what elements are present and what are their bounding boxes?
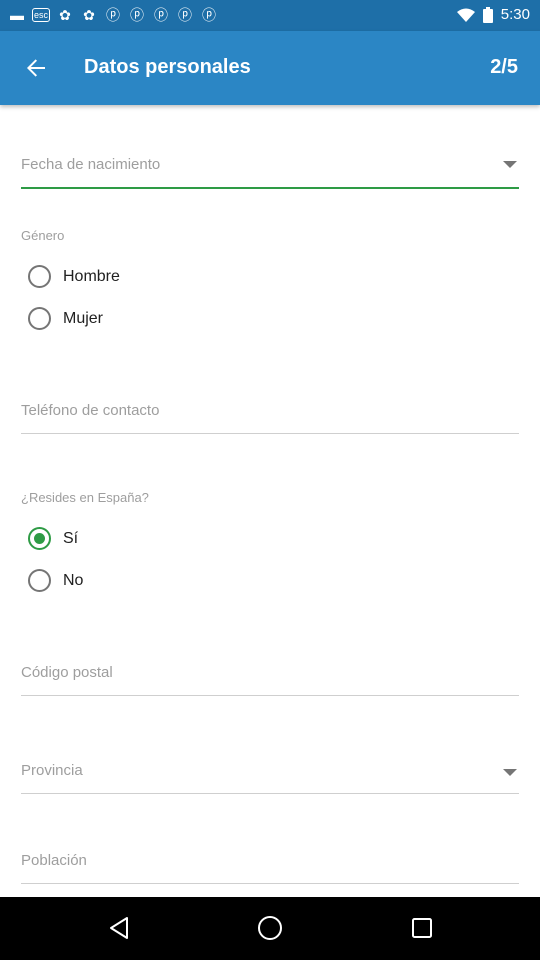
gender-radio-hombre[interactable]: Hombre bbox=[28, 265, 120, 288]
radio-icon bbox=[28, 307, 51, 330]
spain-radio-si[interactable]: Sí bbox=[28, 527, 78, 550]
birth-date-dropdown[interactable]: Fecha de nacimiento bbox=[21, 150, 519, 190]
nav-home-icon bbox=[258, 916, 282, 940]
pinterest-icon: ⓟ bbox=[154, 7, 168, 23]
dropdown-arrow-icon bbox=[503, 161, 517, 168]
gender-label: Género bbox=[21, 228, 65, 243]
arrow-back-icon bbox=[27, 59, 45, 77]
wifi-icon bbox=[456, 8, 475, 22]
birth-date-placeholder: Fecha de nacimiento bbox=[21, 156, 161, 173]
app-notification-icon: ▬ bbox=[10, 7, 24, 23]
nav-back-icon bbox=[110, 917, 128, 939]
pinterest-icon: ⓟ bbox=[106, 7, 120, 23]
flower-icon: ✿ bbox=[59, 7, 71, 23]
town-placeholder: Población bbox=[21, 852, 87, 869]
postal-code-placeholder: Código postal bbox=[21, 664, 113, 681]
notification-icons: ▬ esc ✿ ✿ ⓟ ⓟ ⓟ ⓟ ⓟ bbox=[8, 7, 218, 23]
radio-icon bbox=[28, 265, 51, 288]
esc-icon: esc bbox=[32, 8, 50, 22]
clock: 5:30 bbox=[500, 6, 530, 23]
radio-label: Sí bbox=[63, 529, 79, 547]
spain-label: ¿Resides en España? bbox=[21, 490, 149, 505]
province-dropdown[interactable]: Provincia bbox=[21, 756, 519, 796]
radio-label: Hombre bbox=[63, 267, 120, 285]
nav-home-button[interactable] bbox=[255, 913, 285, 943]
field-underline bbox=[21, 695, 519, 696]
system-nav-bar bbox=[0, 897, 540, 960]
back-button[interactable] bbox=[18, 53, 54, 83]
spain-radio-no[interactable]: No bbox=[28, 569, 83, 592]
radio-icon bbox=[28, 569, 51, 592]
step-indicator: 2/5 bbox=[490, 56, 518, 78]
field-underline bbox=[21, 793, 519, 794]
nav-recents-button[interactable] bbox=[407, 913, 437, 943]
gender-radio-mujer[interactable]: Mujer bbox=[28, 307, 103, 330]
flower-icon: ✿ bbox=[83, 7, 95, 23]
pinterest-icon: ⓟ bbox=[178, 7, 192, 23]
field-underline bbox=[21, 433, 519, 434]
battery-icon bbox=[482, 6, 493, 23]
system-icons: 5:30 bbox=[456, 6, 530, 23]
page-title: Datos personales bbox=[84, 56, 251, 78]
nav-recents-icon bbox=[412, 918, 432, 938]
phone-input[interactable]: Teléfono de contacto bbox=[21, 396, 519, 436]
phone-placeholder: Teléfono de contacto bbox=[21, 402, 160, 419]
radio-label: Mujer bbox=[63, 309, 104, 327]
dropdown-arrow-icon bbox=[503, 769, 517, 776]
town-input[interactable]: Población bbox=[21, 846, 519, 886]
nav-back-button[interactable] bbox=[104, 913, 134, 943]
postal-code-input[interactable]: Código postal bbox=[21, 658, 519, 698]
app-bar: Datos personales 2/5 bbox=[0, 31, 540, 105]
status-bar: ▬ esc ✿ ✿ ⓟ ⓟ ⓟ ⓟ ⓟ 5:30 bbox=[0, 0, 540, 31]
pinterest-icon: ⓟ bbox=[202, 7, 216, 23]
radio-checked-icon bbox=[28, 527, 51, 550]
field-underline bbox=[21, 187, 519, 189]
radio-label: No bbox=[63, 571, 84, 589]
province-placeholder: Provincia bbox=[21, 762, 83, 779]
pinterest-icon: ⓟ bbox=[130, 7, 144, 23]
field-underline bbox=[21, 883, 519, 884]
